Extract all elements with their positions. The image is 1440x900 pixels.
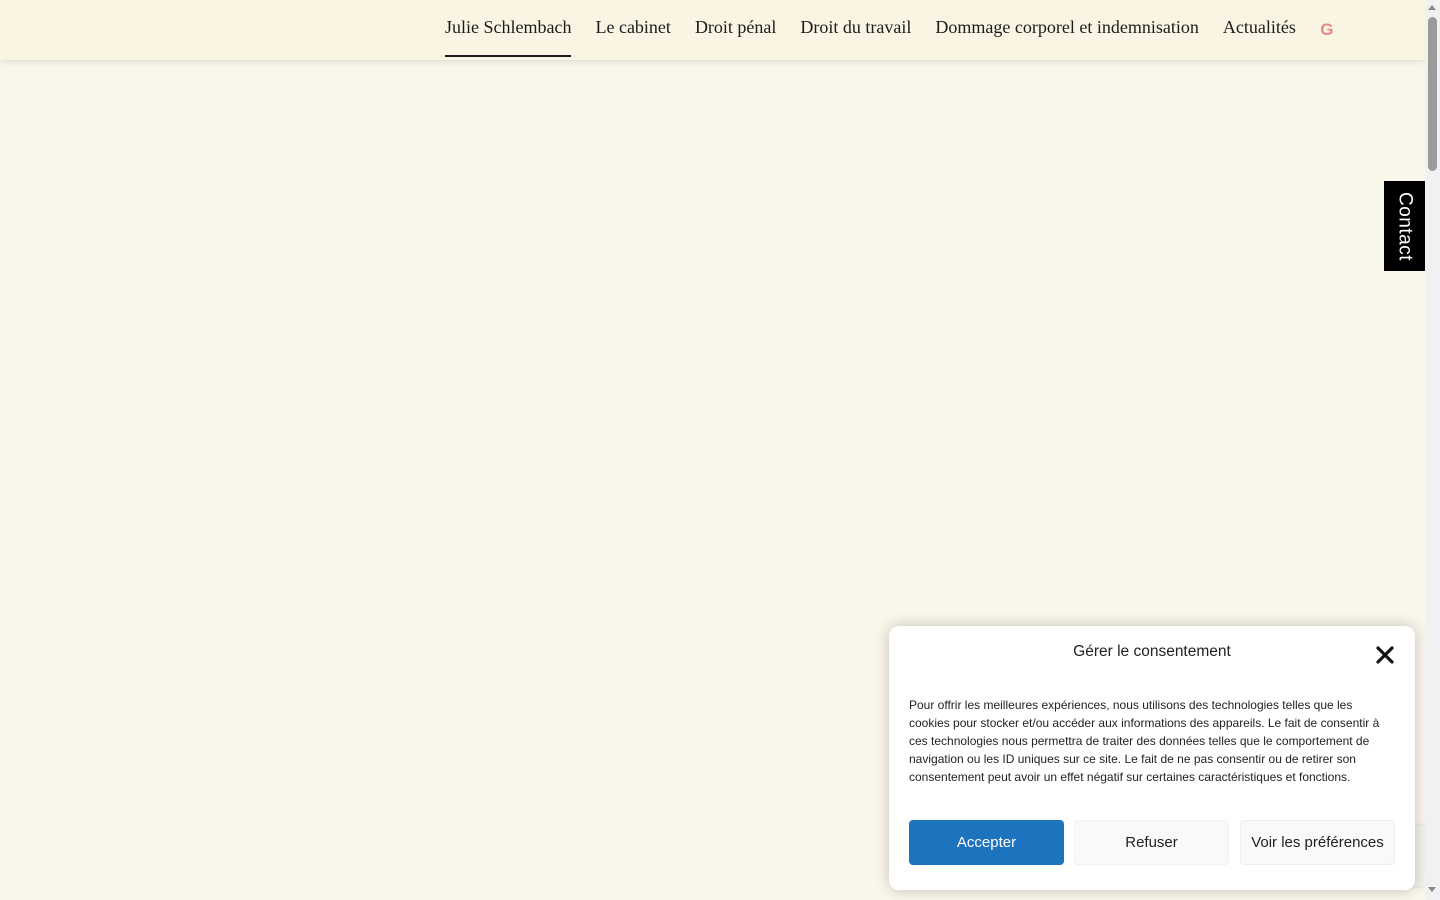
vertical-scrollbar[interactable] — [1425, 0, 1440, 900]
nav-item-julie-schlembach[interactable]: Julie Schlembach — [445, 0, 572, 57]
deny-button[interactable]: Refuser — [1074, 820, 1229, 865]
scroll-down-icon[interactable] — [1428, 887, 1436, 892]
preferences-button[interactable]: Voir les préférences — [1240, 820, 1395, 865]
consent-title: Gérer le consentement — [1073, 643, 1231, 660]
nav-item-droit-penal[interactable]: Droit pénal — [695, 0, 776, 38]
scrollbar-thumb[interactable] — [1428, 17, 1437, 171]
consent-dialog: Gérer le consentement Pour offrir les me… — [889, 626, 1415, 890]
nav-item-actualites[interactable]: Actualités — [1223, 0, 1296, 38]
site-header: Julie Schlembach Le cabinet Droit pénal … — [0, 0, 1425, 60]
accept-button[interactable]: Accepter — [909, 820, 1064, 865]
google-icon[interactable]: G — [1318, 21, 1336, 39]
nav-item-dommage-corporel[interactable]: Dommage corporel et indemnisation — [935, 0, 1198, 38]
nav-item-le-cabinet[interactable]: Le cabinet — [595, 0, 670, 38]
close-icon[interactable] — [1373, 643, 1397, 667]
main-nav: Julie Schlembach Le cabinet Droit pénal … — [445, 0, 1336, 58]
scroll-up-icon[interactable] — [1428, 5, 1436, 10]
contact-tab-label: Contact — [1394, 191, 1416, 261]
nav-item-droit-du-travail[interactable]: Droit du travail — [800, 0, 911, 38]
page: Julie Schlembach Le cabinet Droit pénal … — [0, 0, 1440, 900]
consent-text: Pour offrir les meilleures expériences, … — [909, 698, 1380, 784]
contact-tab[interactable]: Contact — [1384, 181, 1425, 271]
